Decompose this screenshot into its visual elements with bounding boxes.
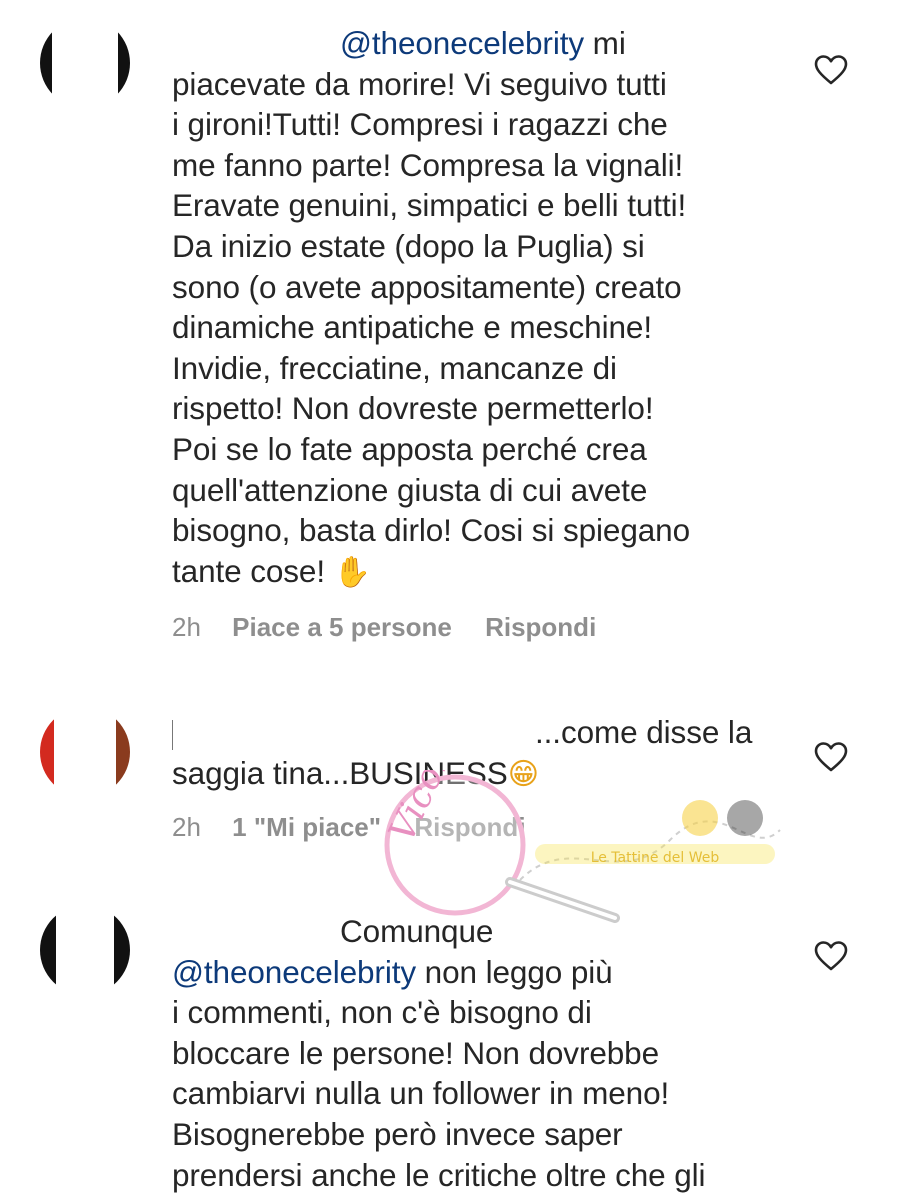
mention-link[interactable]: @theonecelebrity: [340, 25, 584, 61]
heart-outline-icon[interactable]: [814, 741, 848, 773]
raised-hand-emoji: ✋: [333, 555, 371, 589]
watermark-right: Le Tattine del Web: [535, 800, 775, 866]
comment-text: ...come disse la saggia tina...BUSINESS😁: [172, 714, 753, 791]
watermark-logo: Vicolo delle News Le Tattine del Web: [381, 770, 781, 923]
comment-time: 2h: [172, 812, 201, 842]
heart-outline-icon[interactable]: [814, 54, 848, 86]
comment-text: Comunque @theonecelebrity non leggo più …: [172, 913, 706, 1193]
heart-outline-icon[interactable]: [814, 940, 848, 972]
watermark-right-text: Le Tattine del Web: [591, 850, 720, 866]
reply-button[interactable]: Rispondi: [485, 612, 596, 642]
comment-meta: 2h 1 "Mi piace" Rispondi: [172, 812, 526, 843]
avatar[interactable]: [40, 905, 130, 995]
comment-meta: 2h Piace a 5 persone Rispondi: [172, 612, 596, 643]
redacted-username: [172, 53, 340, 54]
reply-button[interactable]: Rispondi: [414, 812, 525, 842]
redacted-username: [172, 941, 340, 942]
comment-text: @theonecelebrity mi piacevate da morire!…: [172, 25, 691, 589]
likes-count-link[interactable]: Piace a 5 persone: [232, 612, 452, 642]
grinning-emoji: 😁: [507, 757, 539, 791]
avatar[interactable]: [40, 18, 130, 108]
redacted-username: [172, 719, 535, 750]
mention-link[interactable]: @theonecelebrity: [172, 954, 416, 990]
avatar[interactable]: [40, 707, 130, 797]
likes-count-link[interactable]: 1 "Mi piace": [232, 812, 381, 842]
comment-time: 2h: [172, 612, 201, 642]
